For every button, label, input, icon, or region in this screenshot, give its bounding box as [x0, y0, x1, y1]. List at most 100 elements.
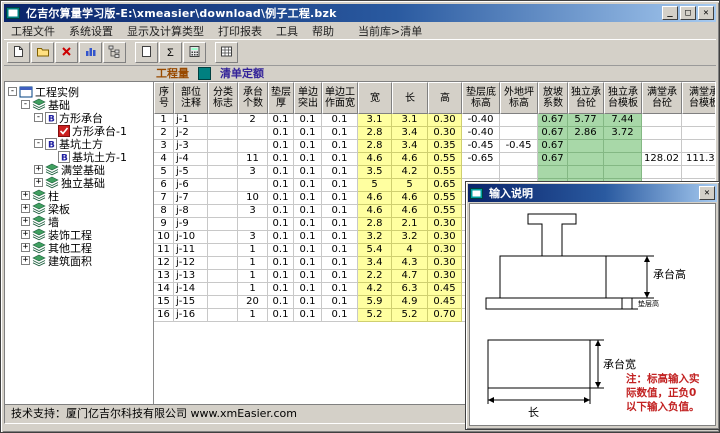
cell[interactable]: [538, 166, 568, 179]
cell[interactable]: 2.8: [358, 127, 392, 140]
cell[interactable]: [568, 140, 604, 153]
cell[interactable]: j-13: [174, 270, 208, 283]
cell[interactable]: [208, 244, 238, 257]
cell[interactable]: 1: [238, 270, 268, 283]
cell[interactable]: 1: [238, 283, 268, 296]
cell[interactable]: j-2: [174, 127, 208, 140]
cell[interactable]: 0.1: [268, 166, 294, 179]
tree-expander-expand[interactable]: +: [21, 217, 30, 226]
cell[interactable]: 0.1: [322, 231, 358, 244]
cell[interactable]: 0.67: [538, 140, 568, 153]
cell[interactable]: 0.55: [428, 192, 462, 205]
tree-expander-expand[interactable]: +: [21, 230, 30, 239]
cell[interactable]: [462, 166, 500, 179]
cell[interactable]: 13: [154, 270, 174, 283]
grid-table-button[interactable]: [215, 42, 238, 63]
cell[interactable]: 2: [154, 127, 174, 140]
open-folder-button[interactable]: [31, 42, 54, 63]
cell[interactable]: [682, 114, 715, 127]
new-doc-button[interactable]: [7, 42, 30, 63]
blank-sheet-button[interactable]: [135, 42, 158, 63]
cell[interactable]: 0.30: [428, 218, 462, 231]
cell[interactable]: [682, 127, 715, 140]
tree-expander-collapse[interactable]: -: [21, 100, 30, 109]
cell[interactable]: [208, 179, 238, 192]
tree-expander-expand[interactable]: +: [34, 165, 43, 174]
cell[interactable]: 0.30: [428, 231, 462, 244]
tree-item-label[interactable]: 独立基础: [61, 175, 105, 191]
cell[interactable]: 0.1: [268, 270, 294, 283]
cell[interactable]: 8: [154, 205, 174, 218]
cell[interactable]: 0.35: [428, 140, 462, 153]
cell[interactable]: 3: [238, 166, 268, 179]
cell[interactable]: 0.1: [294, 205, 322, 218]
cell[interactable]: 3.4: [392, 127, 428, 140]
cell[interactable]: j-3: [174, 140, 208, 153]
cell[interactable]: [604, 166, 642, 179]
cell[interactable]: 0.30: [428, 127, 462, 140]
cell[interactable]: 9: [154, 218, 174, 231]
cell[interactable]: [500, 166, 538, 179]
cell[interactable]: [568, 166, 604, 179]
cell[interactable]: 3.5: [358, 166, 392, 179]
cell[interactable]: 0.67: [538, 114, 568, 127]
cell[interactable]: 3.4: [358, 257, 392, 270]
tree-view-button[interactable]: [103, 42, 126, 63]
cell[interactable]: [642, 166, 682, 179]
cell[interactable]: [208, 140, 238, 153]
cell[interactable]: 0.1: [294, 192, 322, 205]
cell[interactable]: [208, 231, 238, 244]
cell[interactable]: 4.6: [392, 192, 428, 205]
cell[interactable]: -0.40: [462, 127, 500, 140]
cell[interactable]: 16: [154, 309, 174, 322]
cell[interactable]: 4.6: [392, 205, 428, 218]
tree-expander-collapse[interactable]: -: [8, 87, 17, 96]
cell[interactable]: [208, 257, 238, 270]
cell[interactable]: [208, 218, 238, 231]
menu-item-6[interactable]: 当前库>清单: [351, 22, 429, 40]
menu-item-5[interactable]: 帮助: [305, 22, 341, 40]
cell[interactable]: [642, 127, 682, 140]
cell[interactable]: [238, 127, 268, 140]
cell[interactable]: 0.1: [294, 270, 322, 283]
menu-item-4[interactable]: 工具: [269, 22, 305, 40]
cell[interactable]: j-8: [174, 205, 208, 218]
cell[interactable]: 0.1: [322, 192, 358, 205]
cell[interactable]: 11: [238, 153, 268, 166]
tab-quantity[interactable]: 工程量: [156, 65, 189, 81]
cell[interactable]: 6: [154, 179, 174, 192]
cell[interactable]: 4.2: [358, 283, 392, 296]
cell[interactable]: [604, 153, 642, 166]
cell[interactable]: 2.2: [358, 270, 392, 283]
cell[interactable]: 0.55: [428, 166, 462, 179]
cell[interactable]: 0.30: [428, 114, 462, 127]
cell[interactable]: j-15: [174, 296, 208, 309]
column-chart-button[interactable]: [79, 42, 102, 63]
cell[interactable]: 0.1: [268, 244, 294, 257]
cell[interactable]: 0.1: [322, 166, 358, 179]
cell[interactable]: j-11: [174, 244, 208, 257]
tree-item-label[interactable]: 建筑面积: [48, 253, 92, 269]
cell[interactable]: -0.65: [462, 153, 500, 166]
cell[interactable]: 2.1: [392, 218, 428, 231]
cell[interactable]: 0.1: [294, 296, 322, 309]
cell[interactable]: 4.6: [392, 153, 428, 166]
cell[interactable]: 2.8: [358, 140, 392, 153]
calculator-button[interactable]: [183, 42, 206, 63]
cell[interactable]: 0.1: [322, 205, 358, 218]
cell[interactable]: 3.2: [392, 231, 428, 244]
cell[interactable]: 11: [154, 244, 174, 257]
cell[interactable]: 0.1: [322, 127, 358, 140]
cell[interactable]: 5.4: [358, 244, 392, 257]
sigma-sum-button[interactable]: Σ: [159, 42, 182, 63]
cell[interactable]: -0.40: [462, 114, 500, 127]
cell[interactable]: 1: [238, 309, 268, 322]
cell[interactable]: j-14: [174, 283, 208, 296]
cell[interactable]: 0.1: [322, 283, 358, 296]
cell[interactable]: j-10: [174, 231, 208, 244]
menu-item-1[interactable]: 系统设置: [62, 22, 120, 40]
cell[interactable]: j-12: [174, 257, 208, 270]
cell[interactable]: [500, 114, 538, 127]
menu-item-2[interactable]: 显示及计算类型: [120, 22, 211, 40]
cell[interactable]: 0.1: [322, 140, 358, 153]
